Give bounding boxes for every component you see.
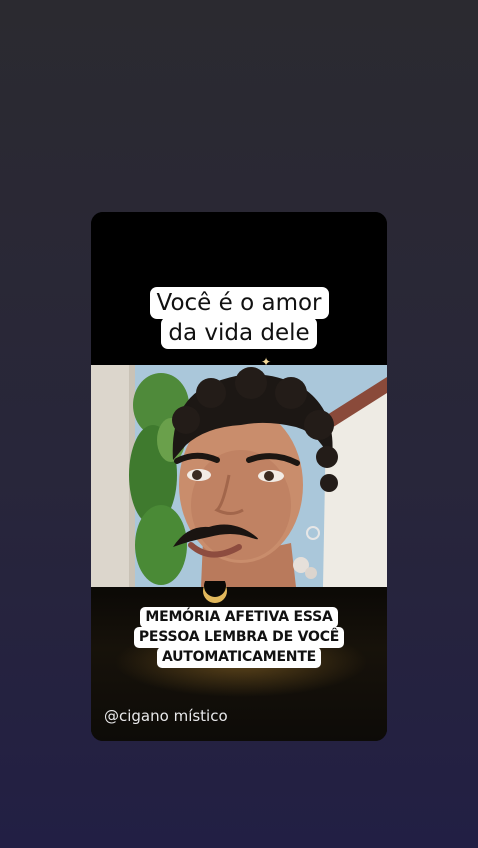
top-caption: Você é o amor da vida dele bbox=[91, 287, 387, 349]
bottom-caption-line-1: MEMÓRIA AFETIVA ESSA bbox=[140, 607, 338, 628]
account-handle[interactable]: @cigano místico bbox=[104, 707, 228, 725]
bottom-caption-line-2: PESSOA LEMBRA DE VOCÊ bbox=[133, 627, 345, 648]
video-top-panel: Você é o amor da vida dele ✦ bbox=[91, 212, 387, 369]
bottom-caption: MEMÓRIA AFETIVA ESSA PESSOA LEMBRA DE VO… bbox=[91, 607, 387, 668]
shared-video-card[interactable]: Você é o amor da vida dele ✦ MEMÓRIA AFE… bbox=[91, 212, 387, 741]
video-bottom-panel: MEMÓRIA AFETIVA ESSA PESSOA LEMBRA DE VO… bbox=[91, 581, 387, 741]
story-screen: { "story": { "top_caption": ["Você é o a… bbox=[0, 0, 478, 848]
top-caption-line-1: Você é o amor bbox=[149, 287, 329, 319]
bottom-caption-line-3: AUTOMATICAMENTE bbox=[156, 647, 322, 668]
crescent-moon-icon bbox=[203, 581, 227, 603]
top-caption-line-2: da vida dele bbox=[161, 317, 317, 349]
video-frame-image bbox=[91, 365, 387, 587]
